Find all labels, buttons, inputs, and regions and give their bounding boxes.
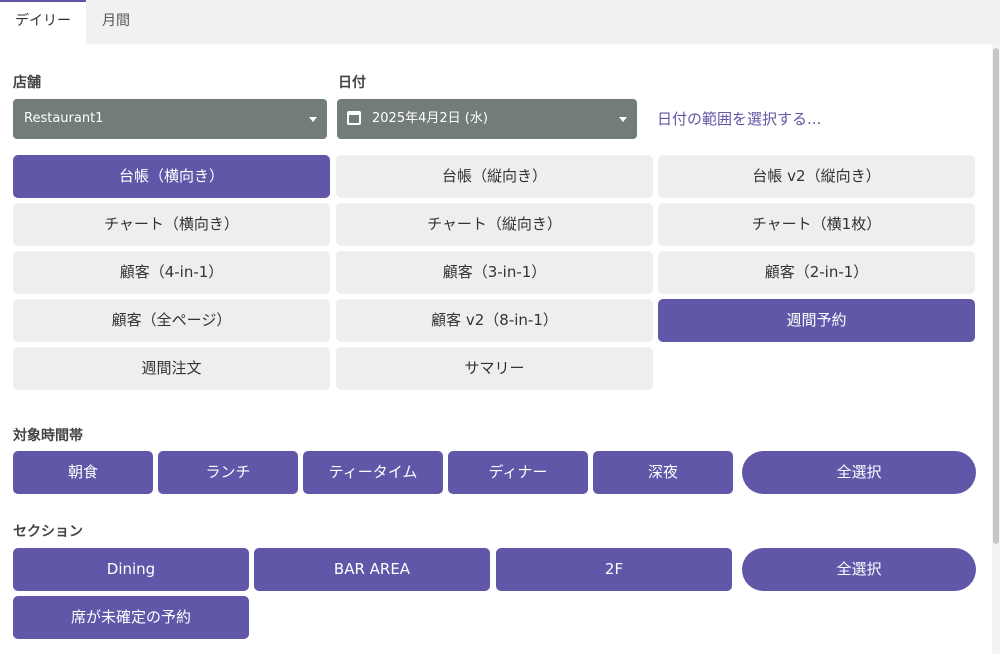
report-type-button[interactable]: チャート（横向き） [13, 203, 330, 246]
store-select-value: Restaurant1 [24, 111, 104, 126]
report-type-button[interactable]: 台帳（横向き） [13, 155, 330, 198]
sections-label: セクション [13, 524, 83, 540]
time-slot-button[interactable]: ランチ [158, 451, 298, 494]
time-slot-button[interactable]: ティータイム [303, 451, 443, 494]
section-button[interactable]: BAR AREA [254, 548, 490, 591]
report-type-button[interactable]: 台帳（縦向き） [336, 155, 653, 198]
time-slots-select-all-button[interactable]: 全選択 [742, 451, 976, 494]
date-select[interactable]: 2025年4月2日 (水) [337, 99, 637, 139]
scrollbar-thumb[interactable] [993, 48, 999, 544]
report-type-button[interactable]: 週間注文 [13, 347, 330, 390]
report-type-button[interactable]: 顧客（全ページ） [13, 299, 330, 342]
report-type-button[interactable]: 顧客（3-in-1） [336, 251, 653, 294]
time-slot-button[interactable]: 朝食 [13, 451, 153, 494]
report-type-button[interactable]: チャート（縦向き） [336, 203, 653, 246]
tab-monthly[interactable]: 月間 [86, 0, 146, 44]
tab-bar: デイリー 月間 [0, 0, 1000, 44]
report-type-button[interactable]: サマリー [336, 347, 653, 390]
section-button[interactable]: 2F [496, 548, 732, 591]
store-label: 店舗 [13, 75, 41, 91]
date-label: 日付 [338, 75, 366, 91]
unassigned-reservations-button[interactable]: 席が未確定の予約 [13, 596, 249, 639]
report-type-button[interactable]: 顧客（2-in-1） [658, 251, 975, 294]
date-range-link[interactable]: 日付の範囲を選択する... [657, 99, 821, 139]
chevron-down-icon [309, 117, 317, 122]
calendar-icon [347, 111, 361, 125]
time-slots-label: 対象時間帯 [13, 428, 83, 444]
date-select-value: 2025年4月2日 (水) [372, 111, 488, 126]
time-slot-button[interactable]: 深夜 [593, 451, 733, 494]
chevron-down-icon [619, 117, 627, 122]
report-type-button[interactable]: 週間予約 [658, 299, 975, 342]
store-select[interactable]: Restaurant1 [13, 99, 327, 139]
report-type-button[interactable]: チャート（横1枚） [658, 203, 975, 246]
report-type-button[interactable]: 顧客 v2（8-in-1） [336, 299, 653, 342]
report-type-button[interactable]: 顧客（4-in-1） [13, 251, 330, 294]
report-type-button[interactable]: 台帳 v2（縦向き） [658, 155, 975, 198]
time-slot-button[interactable]: ディナー [448, 451, 588, 494]
section-button[interactable]: Dining [13, 548, 249, 591]
tab-daily[interactable]: デイリー [0, 0, 86, 44]
sections-select-all-button[interactable]: 全選択 [742, 548, 976, 591]
